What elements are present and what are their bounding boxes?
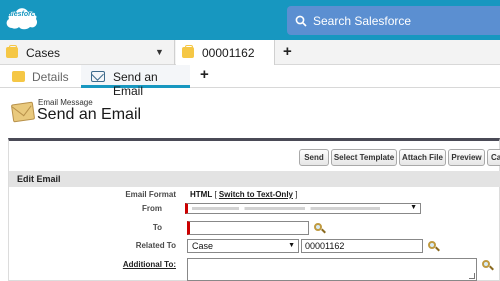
send-button[interactable]: Send	[299, 149, 329, 166]
email-icon	[91, 71, 105, 82]
global-search[interactable]: Search Salesforce	[287, 6, 500, 35]
workspace-tab-cases[interactable]: Cases ▼	[0, 40, 175, 65]
lookup-icon[interactable]	[481, 259, 494, 272]
case-icon	[6, 45, 18, 58]
related-to-input[interactable]: 00001162	[301, 239, 423, 253]
chevron-down-icon: ▼	[288, 242, 295, 249]
subtab-send-email[interactable]: Send an Email	[81, 65, 190, 98]
to-input[interactable]	[187, 221, 309, 235]
lookup-icon[interactable]	[313, 222, 326, 235]
global-header: salesforce Search Salesforce	[0, 0, 500, 40]
from-select[interactable]: ▼	[185, 203, 421, 214]
workspace-tab-bar: Cases ▼ 00001162 +	[0, 40, 500, 65]
subtab-bar: Details Send an Email +	[0, 65, 500, 98]
workspace-tab-label: 00001162	[202, 46, 255, 60]
email-envelope-icon	[10, 101, 36, 123]
button-row: Send Select Template Attach File Preview…	[9, 149, 500, 167]
related-to-type-value: Case	[192, 241, 214, 251]
related-to-label: Related To	[135, 241, 176, 250]
resize-handle-icon[interactable]	[469, 273, 475, 279]
from-label: From	[142, 204, 162, 213]
from-value-obscured	[192, 207, 380, 210]
case-icon	[12, 71, 25, 82]
lookup-icon[interactable]	[427, 240, 440, 253]
add-subtab-icon[interactable]: +	[200, 66, 209, 83]
attach-file-button[interactable]: Attach File	[399, 149, 446, 166]
page-title: Send an Email	[37, 106, 142, 123]
to-label: To	[152, 223, 162, 232]
related-to-type-select[interactable]: Case ▼	[187, 239, 299, 253]
section-title: Edit Email	[17, 174, 61, 184]
section-header: Edit Email	[9, 171, 500, 187]
subtab-label: Send an Email	[113, 70, 158, 98]
search-icon	[295, 14, 307, 32]
workspace-tab-case-record[interactable]: 00001162	[176, 40, 275, 65]
logo-text: salesforce	[4, 11, 39, 18]
switch-format: [ Switch to Text-Only ]	[214, 190, 297, 199]
chevron-down-icon[interactable]: ▼	[155, 47, 164, 57]
add-tab-icon[interactable]: +	[283, 43, 292, 60]
subtab-details[interactable]: Details	[0, 65, 80, 88]
chevron-down-icon: ▼	[410, 204, 417, 211]
email-format-label: Email Format	[125, 190, 176, 199]
case-icon	[182, 45, 194, 58]
workspace-tab-label: Cases	[26, 46, 61, 60]
email-format-current: HTML	[190, 190, 213, 199]
cancel-button[interactable]: Canc	[487, 149, 500, 166]
additional-to-textarea[interactable]	[187, 258, 477, 281]
preview-button[interactable]: Preview	[448, 149, 485, 166]
search-placeholder: Search Salesforce	[313, 14, 412, 28]
salesforce-logo[interactable]: salesforce	[4, 4, 39, 30]
subtab-label: Details	[32, 70, 69, 84]
switch-suffix: ]	[292, 190, 298, 199]
additional-to-label[interactable]: Additional To:	[10, 260, 176, 269]
switch-to-text-only-link[interactable]: Switch to Text-Only	[219, 190, 293, 199]
email-format-value: HTML [ Switch to Text-Only ]	[190, 190, 297, 199]
select-template-button[interactable]: Select Template	[331, 149, 397, 166]
